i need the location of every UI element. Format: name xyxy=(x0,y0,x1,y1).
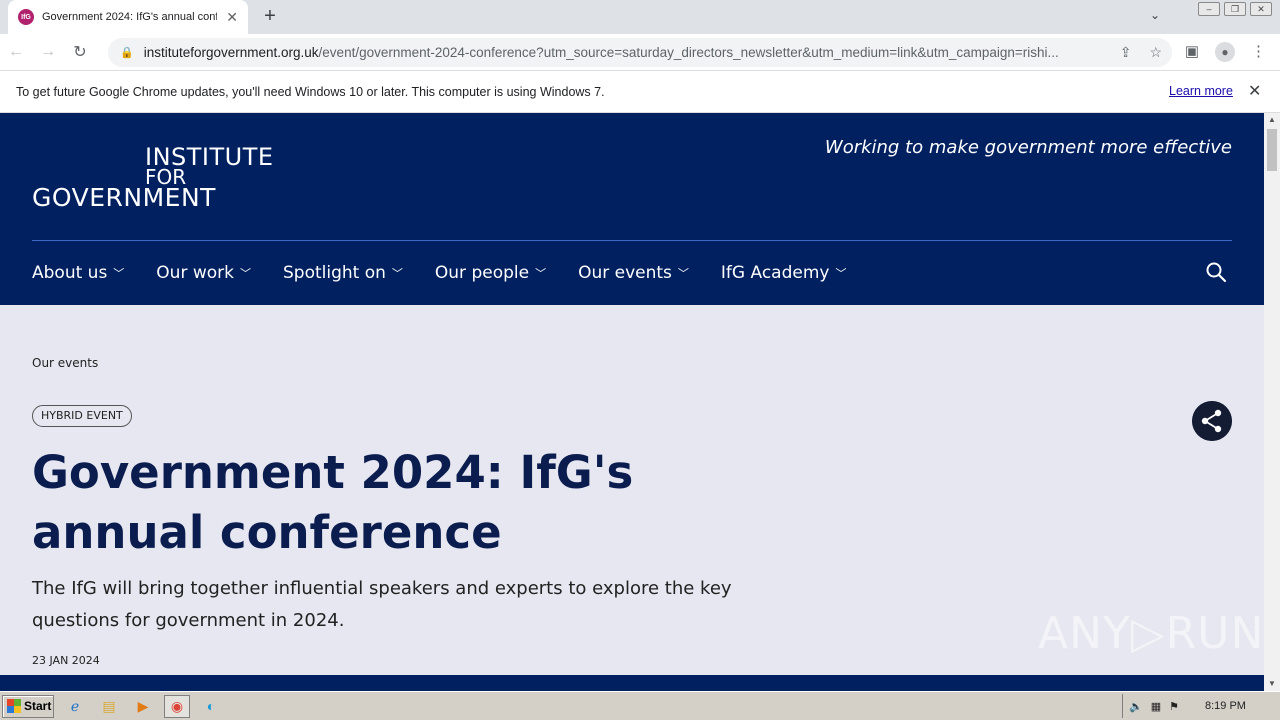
tab-close-icon[interactable]: ✕ xyxy=(226,9,238,26)
url-host: instituteforgovernment.org.uk xyxy=(143,45,319,60)
ifg-favicon-icon: IfG xyxy=(18,9,34,25)
lock-icon[interactable]: 🔒 xyxy=(120,46,134,59)
internet-explorer-icon[interactable]: ℯ xyxy=(62,695,88,718)
search-icon[interactable] xyxy=(1205,261,1227,283)
windows-logo-icon xyxy=(7,699,21,713)
nav-spotlight-on[interactable]: Spotlight on ﹀ xyxy=(283,263,403,283)
nav-ifg-academy[interactable]: IfG Academy ﹀ xyxy=(721,263,847,283)
nav-label: Our people xyxy=(434,263,530,283)
nav-our-work[interactable]: Our work ﹀ xyxy=(156,263,251,283)
nav-label: Spotlight on xyxy=(282,263,386,283)
address-bar[interactable]: 🔒 instituteforgovernment.org.uk/event/go… xyxy=(108,38,1172,67)
media-player-icon[interactable]: ▶ xyxy=(130,695,156,718)
chrome-menu-icon[interactable]: ⋮ xyxy=(1251,42,1266,62)
content-band xyxy=(0,675,1264,691)
main-navigation: About us ﹀ Our work ﹀ Spotlight on ﹀ Our pe… xyxy=(32,263,846,283)
chevron-down-icon: ﹀ xyxy=(391,267,403,280)
url-path: /event/government-2024-conference?utm_so… xyxy=(318,45,1059,60)
nav-label: Our events xyxy=(578,263,672,283)
start-button[interactable]: Start xyxy=(2,694,54,718)
tab-title: Government 2024: IfG's annual conf xyxy=(42,11,217,23)
nav-our-events[interactable]: Our events ﹀ xyxy=(578,263,689,283)
file-explorer-icon[interactable]: ▤ xyxy=(96,695,122,718)
system-tray: 🔈 ▦ ⚑ 8:19 PM xyxy=(1122,694,1280,718)
back-arrow-icon[interactable]: ← xyxy=(0,43,32,61)
share-page-icon[interactable]: ⇪ xyxy=(1120,44,1132,61)
chevron-down-icon: ﹀ xyxy=(535,267,547,280)
tab-search-chevron-icon[interactable]: ⌄ xyxy=(1150,8,1160,22)
chevron-down-icon: ﹀ xyxy=(835,267,847,280)
chevron-down-icon: ﹀ xyxy=(677,267,689,280)
url-text[interactable]: instituteforgovernment.org.uk/event/gove… xyxy=(144,45,1104,60)
anyrun-watermark: ANY▷RUN xyxy=(1038,608,1264,659)
scroll-down-arrow-icon[interactable]: ▼ xyxy=(1264,677,1280,691)
network-icon[interactable]: ▦ xyxy=(1151,700,1161,713)
browser-tabstrip: IfG Government 2024: IfG's annual conf ✕… xyxy=(0,0,1280,34)
chrome-taskbar-icon[interactable]: ◉ xyxy=(164,694,190,718)
event-date: 23 JAN 2024 xyxy=(32,654,100,667)
browser-tab-active[interactable]: IfG Government 2024: IfG's annual conf ✕ xyxy=(8,0,248,34)
windows-taskbar: Start ℯ ▤ ▶ ◉ ◐ 🔈 ▦ ⚑ 8:19 PM xyxy=(0,691,1280,720)
new-tab-button[interactable]: + xyxy=(258,5,282,29)
site-header: INSTITUTE FOR GOVERNMENT Working to make… xyxy=(0,113,1264,305)
share-icon[interactable] xyxy=(1192,401,1232,441)
infobar-close-icon[interactable]: ✕ xyxy=(1248,81,1261,101)
learn-more-link[interactable]: Learn more xyxy=(1169,84,1233,98)
event-summary: The IfG will bring together influential … xyxy=(32,578,732,631)
close-window-button[interactable]: ✕ xyxy=(1250,2,1272,16)
site-tagline: Working to make government more effectiv… xyxy=(824,137,1232,158)
edge-icon[interactable]: ◐ xyxy=(198,695,224,718)
chevron-down-icon: ﹀ xyxy=(113,267,125,280)
logo-line-government: GOVERNMENT xyxy=(32,183,216,212)
action-center-flag-icon[interactable]: ⚑ xyxy=(1169,700,1179,713)
volume-icon[interactable]: 🔈 xyxy=(1129,700,1143,713)
nav-about-us[interactable]: About us ﹀ xyxy=(32,263,124,283)
page-scrollbar[interactable]: ▲ ▼ xyxy=(1264,113,1280,691)
nav-label: Our work xyxy=(156,263,234,283)
event-type-badge: HYBRID EVENT xyxy=(32,405,132,427)
breadcrumb[interactable]: Our events xyxy=(32,356,98,370)
browser-toolbar: ← → ↻ 🔒 instituteforgovernment.org.uk/ev… xyxy=(0,34,1280,71)
side-panel-icon[interactable]: ▣ xyxy=(1185,42,1199,62)
infobar-message: To get future Google Chrome updates, you… xyxy=(16,84,605,99)
start-label: Start xyxy=(24,699,52,713)
minimize-button[interactable]: ‒ xyxy=(1198,2,1220,16)
chevron-down-icon: ﹀ xyxy=(239,267,251,280)
scroll-up-arrow-icon[interactable]: ▲ xyxy=(1264,113,1280,127)
restore-button[interactable]: ❐ xyxy=(1224,2,1246,16)
profile-avatar-icon[interactable]: ● xyxy=(1215,42,1235,62)
header-divider xyxy=(32,240,1232,241)
update-infobar: To get future Google Chrome updates, you… xyxy=(0,71,1280,113)
nav-our-people[interactable]: Our people ﹀ xyxy=(435,263,546,283)
scrollbar-thumb[interactable] xyxy=(1267,129,1277,171)
taskbar-clock[interactable]: 8:19 PM xyxy=(1205,700,1246,712)
reload-icon[interactable]: ↻ xyxy=(64,42,96,62)
nav-label: About us xyxy=(32,263,108,283)
page-title: Government 2024: IfG's annual conference xyxy=(32,446,634,559)
forward-arrow-icon[interactable]: → xyxy=(32,43,64,61)
nav-label: IfG Academy xyxy=(720,263,830,283)
window-controls: ‒ ❐ ✕ xyxy=(1198,2,1272,16)
bookmark-star-icon[interactable]: ☆ xyxy=(1149,44,1162,61)
web-page: INSTITUTE FOR GOVERNMENT Working to make… xyxy=(0,113,1264,691)
